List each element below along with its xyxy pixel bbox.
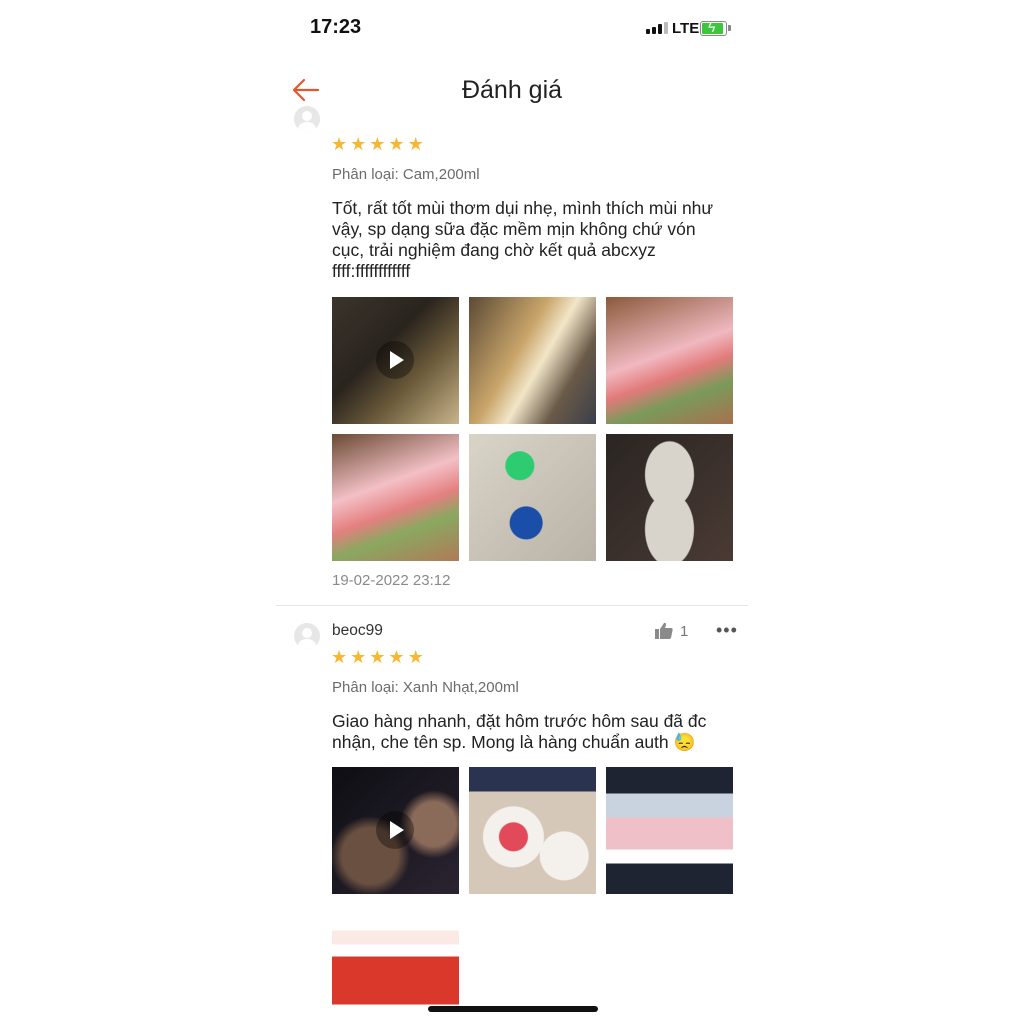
network-label: LTE	[672, 20, 700, 37]
review-video-thumbnail[interactable]	[332, 767, 459, 894]
review-text: Tốt, rất tốt mùi thơm dụi nhẹ, mình thíc…	[332, 198, 714, 281]
more-options-button[interactable]: •••	[716, 620, 738, 641]
review-photo[interactable]	[606, 767, 733, 894]
star-icon: ★	[331, 134, 348, 154]
star-icon: ★	[350, 647, 367, 667]
avatar[interactable]	[294, 106, 320, 132]
review-date: 19-02-2022 23:12	[332, 572, 451, 589]
divider	[276, 605, 748, 606]
star-icon: ★	[369, 134, 386, 154]
battery-icon: ϟ	[700, 19, 731, 36]
like-count: 1	[680, 622, 689, 640]
star-icon: ★	[369, 647, 386, 667]
star-icon: ★	[388, 647, 405, 667]
status-time: 17:23	[310, 16, 362, 38]
phone-screen: 17:23 LTE ϟ Đánh giá ★ ★ ★ ★ ★ Phân loại…	[276, 0, 748, 1024]
signal-icon	[646, 22, 668, 34]
rating-stars: ★ ★ ★ ★ ★	[331, 135, 424, 153]
avatar[interactable]	[294, 623, 320, 649]
home-indicator	[428, 1006, 598, 1012]
review-text: Giao hàng nhanh, đặt hôm trước hôm sau đ…	[332, 711, 707, 752]
status-bar: 17:23 LTE ϟ	[276, 0, 748, 58]
like-button[interactable]: 1	[654, 622, 688, 640]
star-icon: ★	[350, 134, 367, 154]
review-variant: Phân loại: Xanh Nhạt,200ml	[332, 679, 519, 696]
star-icon: ★	[407, 647, 424, 667]
page-header: Đánh giá	[276, 62, 748, 118]
review-video-thumbnail[interactable]	[332, 297, 459, 424]
play-icon[interactable]	[376, 811, 414, 849]
star-icon: ★	[331, 647, 348, 667]
review-variant: Phân loại: Cam,200ml	[332, 166, 480, 183]
star-icon: ★	[388, 134, 405, 154]
reviewer-username[interactable]: beoc99	[332, 622, 383, 640]
review-photo[interactable]	[469, 297, 596, 424]
review-photo[interactable]	[469, 767, 596, 894]
review-photo[interactable]	[332, 434, 459, 561]
play-icon[interactable]	[376, 341, 414, 379]
star-icon: ★	[407, 134, 424, 154]
review-photo[interactable]	[469, 434, 596, 561]
thumbs-up-icon	[655, 622, 673, 639]
review-photo[interactable]	[606, 434, 733, 561]
review-photo[interactable]	[606, 297, 733, 424]
rating-stars: ★ ★ ★ ★ ★	[331, 648, 424, 666]
page-title: Đánh giá	[461, 76, 563, 104]
